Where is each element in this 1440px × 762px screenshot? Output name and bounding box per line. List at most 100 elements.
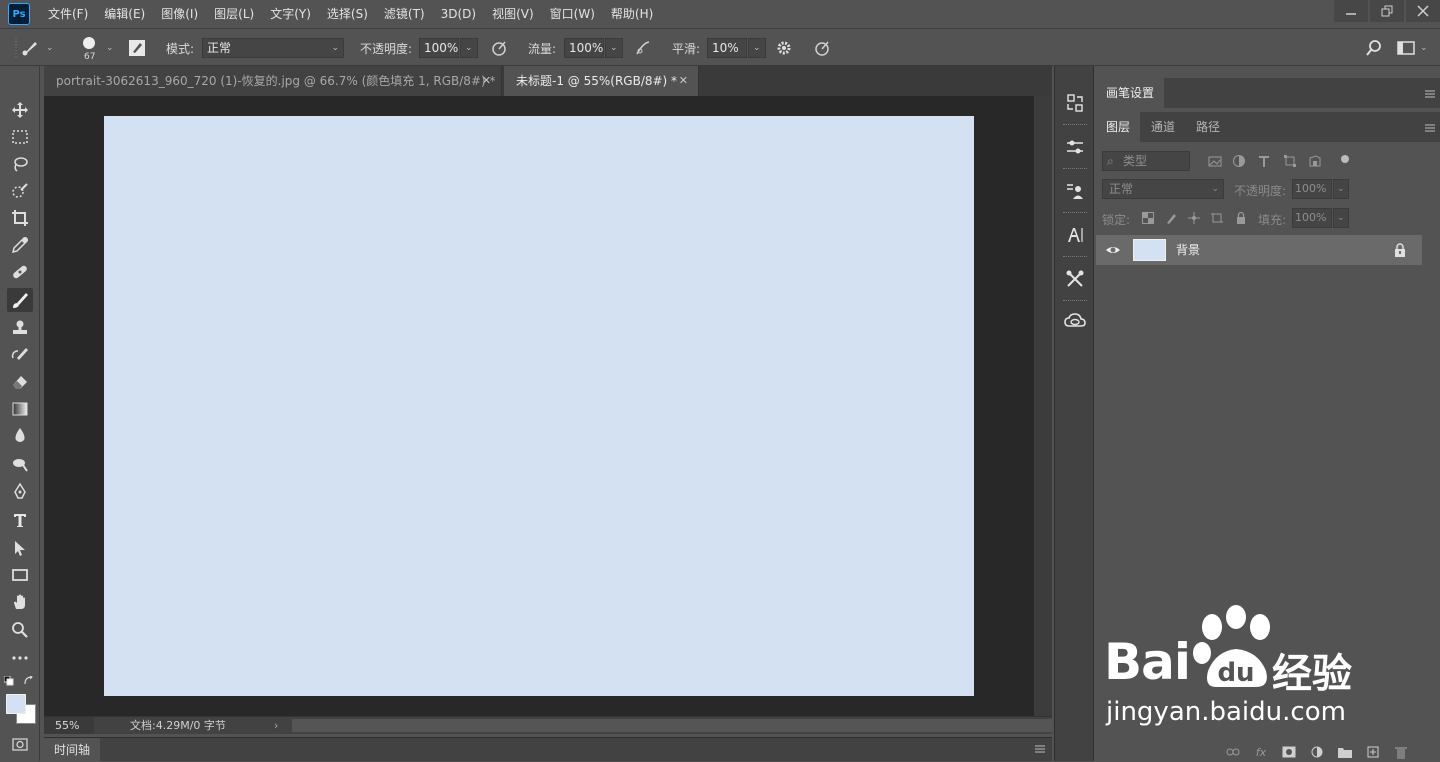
- brush-settings-panel-icon[interactable]: [1059, 264, 1091, 294]
- layer-opacity-input[interactable]: 100%: [1292, 179, 1332, 199]
- foreground-color-swatch[interactable]: [6, 694, 26, 714]
- link-layers-icon[interactable]: [1224, 743, 1242, 761]
- rectangle-tool-icon[interactable]: [7, 563, 33, 587]
- filter-toggle-icon[interactable]: [1336, 150, 1354, 168]
- horizontal-scrollbar[interactable]: [292, 719, 1052, 732]
- fill-dropdown[interactable]: ⌄: [1333, 208, 1349, 228]
- airbrush-icon[interactable]: [633, 38, 653, 58]
- close-icon[interactable]: ✕: [679, 66, 688, 96]
- blur-tool-icon[interactable]: [7, 424, 33, 448]
- blend-mode-select[interactable]: 正常 ⌄: [1102, 179, 1224, 199]
- marquee-tool-icon[interactable]: [7, 125, 33, 149]
- lasso-tool-icon[interactable]: [7, 152, 33, 176]
- menu-layer[interactable]: 图层(L): [206, 0, 262, 28]
- opacity-input[interactable]: 100%: [419, 38, 459, 58]
- gradient-tool-icon[interactable]: [7, 397, 33, 421]
- flow-input[interactable]: 100%: [564, 38, 604, 58]
- filter-shape-layer-icon[interactable]: [1281, 152, 1299, 170]
- hand-tool-icon[interactable]: [7, 590, 33, 614]
- type-tool-icon[interactable]: [7, 508, 33, 532]
- menu-select[interactable]: 选择(S): [319, 0, 376, 28]
- tab-layers[interactable]: 图层: [1096, 112, 1141, 142]
- adjustments-panel-icon[interactable]: [1059, 132, 1091, 162]
- pressure-size-icon[interactable]: [812, 38, 832, 58]
- menu-file[interactable]: 文件(F): [40, 0, 96, 28]
- tab-paths[interactable]: 路径: [1186, 112, 1230, 142]
- restore-icon[interactable]: [1370, 0, 1404, 22]
- eraser-tool-icon[interactable]: [7, 370, 33, 394]
- dodge-tool-icon[interactable]: [7, 452, 33, 476]
- properties-panel-icon[interactable]: [1059, 176, 1091, 206]
- workspace-icon[interactable]: [1396, 38, 1416, 58]
- swap-colors-icon[interactable]: [24, 676, 34, 686]
- default-colors-icon[interactable]: [4, 676, 14, 686]
- status-menu-arrow[interactable]: ›: [274, 717, 278, 734]
- pen-tool-icon[interactable]: [7, 480, 33, 504]
- filter-adjustment-layer-icon[interactable]: [1230, 152, 1248, 170]
- flow-dropdown[interactable]: ⌄: [605, 38, 623, 58]
- document-canvas[interactable]: [104, 116, 974, 696]
- vertical-scrollbar[interactable]: [1034, 96, 1052, 716]
- more-tools-icon[interactable]: [7, 646, 33, 670]
- character-panel-icon[interactable]: [1059, 220, 1091, 250]
- fill-input[interactable]: 100%: [1292, 208, 1332, 228]
- add-mask-icon[interactable]: [1280, 743, 1298, 761]
- document-tab-untitled[interactable]: 未标题-1 @ 55%(RGB/8#) * ✕: [504, 66, 699, 96]
- minimize-icon[interactable]: [1334, 0, 1368, 22]
- opacity-dropdown[interactable]: ⌄: [460, 38, 478, 58]
- zoom-tool-icon[interactable]: [7, 618, 33, 642]
- lock-transparent-pixels-icon[interactable]: [1139, 209, 1157, 227]
- history-panel-icon[interactable]: [1059, 88, 1091, 118]
- brush-tool-icon[interactable]: [7, 288, 33, 312]
- filter-smart-object-icon[interactable]: [1306, 152, 1324, 170]
- new-layer-icon[interactable]: [1364, 743, 1382, 761]
- search-icon[interactable]: [1364, 38, 1384, 58]
- tab-channels[interactable]: 通道: [1141, 112, 1185, 142]
- trash-icon[interactable]: [1392, 743, 1410, 761]
- layer-style-icon[interactable]: fx: [1252, 743, 1270, 761]
- new-group-icon[interactable]: [1336, 743, 1354, 761]
- lock-image-pixels-icon[interactable]: [1162, 209, 1180, 227]
- document-tab-portrait[interactable]: portrait-3062613_960_720 (1)-恢复的.jpg @ 6…: [44, 66, 502, 96]
- smoothing-dropdown[interactable]: ⌄: [748, 38, 766, 58]
- layer-row[interactable]: 背景: [1096, 235, 1422, 265]
- quick-mask-icon[interactable]: [7, 732, 33, 756]
- menu-3d[interactable]: 3D(D): [433, 0, 484, 28]
- path-select-tool-icon[interactable]: [7, 536, 33, 560]
- pressure-opacity-icon[interactable]: [489, 38, 509, 58]
- eyedropper-tool-icon[interactable]: [7, 233, 33, 257]
- quick-select-tool-icon[interactable]: [7, 179, 33, 203]
- close-icon[interactable]: [1406, 0, 1440, 22]
- brush-panel-toggle-icon[interactable]: [127, 38, 147, 58]
- menu-view[interactable]: 视图(V): [484, 0, 542, 28]
- visibility-eye-icon[interactable]: [1104, 241, 1122, 259]
- menu-edit[interactable]: 编辑(E): [96, 0, 153, 28]
- panel-menu-icon[interactable]: [1034, 743, 1046, 755]
- timeline-tab[interactable]: 时间轴: [44, 738, 101, 762]
- lock-position-icon[interactable]: [1185, 209, 1203, 227]
- chevron-down-icon[interactable]: ⌄: [1420, 43, 1428, 53]
- healing-brush-tool-icon[interactable]: [7, 260, 33, 284]
- brush-tip-icon[interactable]: [79, 33, 99, 53]
- panel-menu-icon[interactable]: [1424, 122, 1436, 134]
- gear-icon[interactable]: [774, 38, 794, 58]
- menu-type[interactable]: 文字(Y): [262, 0, 319, 28]
- mode-select[interactable]: 正常 ⌄: [202, 38, 344, 58]
- panel-menu-icon[interactable]: [1424, 88, 1436, 100]
- history-brush-tool-icon[interactable]: [7, 343, 33, 367]
- layer-filter-select[interactable]: ⌕ 类型: [1102, 151, 1190, 171]
- tab-brush-settings[interactable]: 画笔设置: [1096, 78, 1165, 108]
- stamp-tool-icon[interactable]: [7, 316, 33, 340]
- new-adjustment-layer-icon[interactable]: [1308, 743, 1326, 761]
- smoothing-input[interactable]: 10%: [707, 38, 747, 58]
- lock-all-icon[interactable]: [1232, 209, 1250, 227]
- zoom-level-field[interactable]: 55%: [44, 717, 94, 734]
- layer-opacity-dropdown[interactable]: ⌄: [1333, 179, 1349, 199]
- chevron-down-icon[interactable]: ⌄: [46, 43, 54, 53]
- menu-filter[interactable]: 滤镜(T): [376, 0, 433, 28]
- menu-window[interactable]: 窗口(W): [542, 0, 603, 28]
- menu-image[interactable]: 图像(I): [153, 0, 206, 28]
- filter-pixel-layer-icon[interactable]: [1206, 152, 1224, 170]
- creative-cloud-libraries-icon[interactable]: [1059, 306, 1091, 336]
- layer-name[interactable]: 背景: [1176, 235, 1200, 265]
